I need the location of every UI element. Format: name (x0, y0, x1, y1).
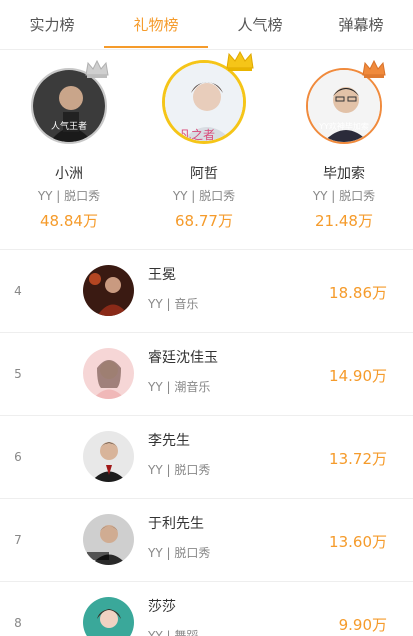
avatar[interactable]: YY欢神毕加索 (306, 68, 382, 144)
svg-text:凡之者: 凡之者 (179, 128, 215, 142)
avatar[interactable]: 人气王者 (31, 68, 107, 144)
avatar[interactable] (83, 348, 134, 399)
podium-name: 毕加索 (323, 166, 365, 182)
streamer-meta: YY | 潮音乐 (148, 380, 211, 394)
podium-meta: YY | 脱口秀 (37, 189, 101, 203)
streamer-meta: YY | 脱口秀 (148, 546, 211, 560)
avatar-caption: YY欢神毕加索 (319, 122, 369, 131)
gift-value: 14.90万 (329, 367, 387, 385)
streamer-meta: YY | 脱口秀 (148, 463, 211, 477)
tab-popularity[interactable]: 人气榜 (208, 0, 312, 50)
podium-gift-value: 68.77万 (175, 212, 233, 230)
tab-danmaku[interactable]: 弹幕榜 (309, 0, 413, 50)
streamer-name: 王冕 (148, 267, 176, 283)
streamer-name: 莎莎 (148, 599, 176, 615)
podium-rank-1[interactable]: 凡之者 阿哲 YY | 脱口秀 68.77万 (135, 50, 273, 250)
avatar[interactable] (83, 265, 134, 316)
avatar[interactable]: 凡之者 (162, 60, 246, 144)
tab-strength[interactable]: 实力榜 (0, 0, 104, 50)
streamer-meta: YY | 舞蹈 (148, 629, 199, 636)
podium-meta: YY | 脱口秀 (172, 189, 236, 203)
list-item[interactable]: 4 王冕 YY | 音乐 18.86万 (0, 250, 413, 333)
streamer-name: 李先生 (148, 433, 190, 449)
rank-number: 6 (14, 450, 22, 464)
podium-gift-value: 48.84万 (40, 212, 98, 230)
rank-number: 5 (14, 367, 22, 381)
rank-number: 7 (14, 533, 22, 547)
podium-gift-value: 21.48万 (315, 212, 373, 230)
streamer-name: 于利先生 (148, 516, 204, 532)
streamer-meta: YY | 音乐 (148, 297, 199, 311)
ranking-tabs: 实力榜 礼物榜 人气榜 弹幕榜 (0, 0, 413, 50)
list-item[interactable]: 7 于利先生 YY | 脱口秀 13.60万 (0, 499, 413, 582)
podium-rank-3[interactable]: YY欢神毕加索 毕加索 YY | 脱口秀 21.48万 (275, 50, 413, 250)
avatar[interactable] (83, 597, 134, 636)
active-tab-indicator (104, 46, 208, 48)
top-three-podium: 人气王者 小洲 YY | 脱口秀 48.84万 凡之者 阿哲 YY | 脱口秀 … (0, 50, 413, 250)
avatar[interactable] (83, 514, 134, 565)
gift-value: 13.72万 (329, 450, 387, 468)
streamer-name: 睿廷沈佳玉 (148, 350, 218, 366)
avatar-caption: 人气王者 (50, 122, 87, 132)
tab-gift[interactable]: 礼物榜 (104, 0, 208, 50)
rank-number: 8 (14, 616, 22, 630)
silver-crown-icon (85, 59, 109, 78)
list-item[interactable]: 5 睿廷沈佳玉 YY | 潮音乐 14.90万 (0, 333, 413, 416)
avatar[interactable] (83, 431, 134, 482)
rank-number: 4 (14, 284, 22, 298)
gift-value: 18.86万 (329, 284, 387, 302)
gift-value: 9.90万 (338, 616, 387, 634)
podium-meta: YY | 脱口秀 (312, 189, 376, 203)
podium-name: 阿哲 (190, 166, 218, 182)
podium-name: 小洲 (55, 166, 83, 182)
podium-rank-2[interactable]: 人气王者 小洲 YY | 脱口秀 48.84万 (0, 50, 138, 250)
list-item[interactable]: 6 李先生 YY | 脱口秀 13.72万 (0, 416, 413, 499)
gold-crown-icon (226, 50, 254, 71)
gift-value: 13.60万 (329, 533, 387, 551)
bronze-crown-icon (362, 59, 386, 78)
list-item[interactable]: 8 莎莎 YY | 舞蹈 9.90万 (0, 582, 413, 636)
